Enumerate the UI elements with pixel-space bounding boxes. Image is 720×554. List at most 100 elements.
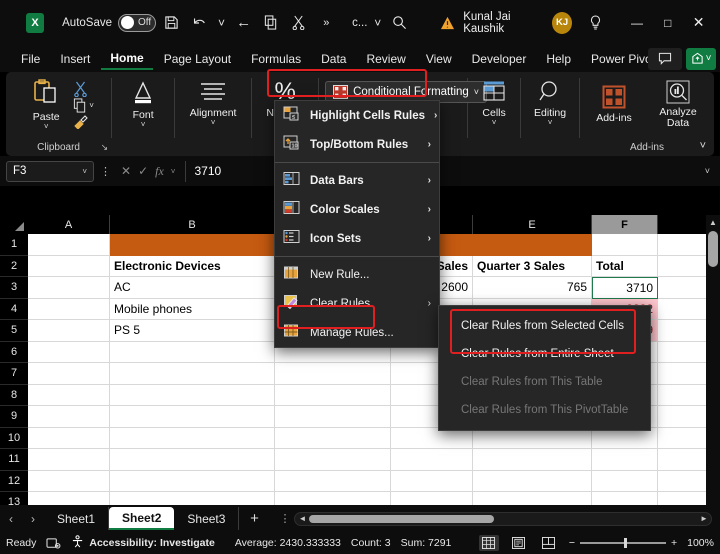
font-caret-icon[interactable]: ˅: [141, 121, 146, 128]
tab-formulas[interactable]: Formulas: [242, 49, 310, 69]
undo-dropdown-caret-icon[interactable]: ˅: [215, 10, 228, 36]
submenu-item-clear-entire-sheet[interactable]: Clear Rules from Entire Sheet: [439, 340, 650, 368]
sheet-next-icon[interactable]: ›: [22, 512, 44, 526]
sheet-more-options-icon[interactable]: ⋮: [279, 512, 290, 525]
addins-button[interactable]: Add-ins: [588, 76, 640, 129]
back-arrow-icon[interactable]: ←: [232, 10, 256, 36]
cell-d12[interactable]: [391, 471, 473, 493]
scroll-up-arrow-icon[interactable]: ▲: [706, 215, 720, 229]
cell-a12[interactable]: [28, 471, 110, 493]
row-header-5[interactable]: 5: [0, 320, 28, 342]
formula-input[interactable]: 3710: [185, 161, 698, 182]
zoom-slider[interactable]: − +: [569, 537, 677, 549]
horizontal-scrollbar[interactable]: ◄ ►: [294, 512, 712, 526]
tab-page-layout[interactable]: Page Layout: [155, 49, 240, 69]
menu-item-top-bottom-rules[interactable]: 10 Top/Bottom Rules ›: [275, 130, 439, 159]
cell-a11[interactable]: [28, 449, 110, 471]
cell-b4[interactable]: Mobile phones: [110, 299, 275, 321]
cell-a6[interactable]: [28, 342, 110, 364]
cell-d11[interactable]: [391, 449, 473, 471]
copy-caret-icon[interactable]: ˅: [89, 101, 94, 110]
column-header-b[interactable]: B: [110, 215, 275, 234]
customize-quick-access-label[interactable]: c...: [352, 10, 367, 36]
cells-caret-icon[interactable]: ˅: [492, 119, 497, 126]
menu-item-new-rule[interactable]: New Rule...: [275, 260, 439, 289]
cell-f3[interactable]: 3710: [592, 277, 658, 299]
row-header-12[interactable]: 12: [0, 471, 28, 493]
ribbon-group-editing[interactable]: Editing ˅: [521, 72, 579, 156]
cell-e3[interactable]: 765: [473, 277, 592, 299]
cell-a5[interactable]: [28, 320, 110, 342]
cell-c8[interactable]: [275, 385, 391, 407]
save-icon[interactable]: [160, 10, 184, 36]
undo-icon[interactable]: [188, 10, 212, 36]
menu-item-icon-sets[interactable]: Icon Sets ›: [275, 224, 439, 253]
tab-data[interactable]: Data: [312, 49, 355, 69]
accessibility-status[interactable]: Accessibility: Investigate: [71, 535, 214, 551]
row-header-2[interactable]: 2: [0, 256, 28, 278]
ribbon-group-font[interactable]: Font ˅: [112, 72, 174, 156]
menu-item-clear-rules[interactable]: Clear Rules ›: [275, 289, 439, 318]
alignment-caret-icon[interactable]: ˅: [211, 119, 216, 126]
cancel-x-icon[interactable]: ✕: [121, 164, 131, 178]
vertical-scroll-thumb[interactable]: [708, 231, 718, 267]
hscroll-left-arrow-icon[interactable]: ◄: [295, 514, 309, 523]
cell-f2[interactable]: Total: [592, 256, 658, 278]
column-header-e[interactable]: E: [473, 215, 592, 234]
cell-b2[interactable]: Electronic Devices: [110, 256, 275, 278]
column-header-f[interactable]: F: [592, 215, 658, 234]
sheet-tab-sheet2[interactable]: Sheet2: [109, 507, 174, 530]
cell-e12[interactable]: [473, 471, 592, 493]
cell-c10[interactable]: [275, 428, 391, 450]
insert-function-icon[interactable]: fx: [155, 164, 164, 179]
cell-a10[interactable]: [28, 428, 110, 450]
select-all-corner[interactable]: [0, 215, 28, 234]
function-caret-icon[interactable]: ˅: [171, 167, 176, 176]
format-painter-button[interactable]: [73, 114, 94, 129]
row-header-1[interactable]: 1: [0, 234, 28, 256]
cut-button[interactable]: [73, 81, 94, 97]
cell-b8[interactable]: [110, 385, 275, 407]
hscroll-right-arrow-icon[interactable]: ►: [697, 514, 711, 523]
analyze-data-button[interactable]: Analyze Data: [650, 76, 706, 129]
cell-c7[interactable]: [275, 363, 391, 385]
row-header-8[interactable]: 8: [0, 385, 28, 407]
copy-icon[interactable]: [259, 10, 283, 36]
menu-item-data-bars[interactable]: Data Bars ›: [275, 166, 439, 195]
autosave-control[interactable]: AutoSave Off: [62, 14, 156, 32]
vertical-scrollbar[interactable]: ▲: [706, 215, 720, 505]
cell-f1[interactable]: [592, 234, 658, 256]
cell-b9[interactable]: [110, 406, 275, 428]
row-header-7[interactable]: 7: [0, 363, 28, 385]
cell-b12[interactable]: [110, 471, 275, 493]
cell-e11[interactable]: [473, 449, 592, 471]
cell-b10[interactable]: [110, 428, 275, 450]
zoom-out-button[interactable]: −: [569, 537, 575, 549]
cell-b3[interactable]: AC: [110, 277, 275, 299]
ribbon-collapse-caret-icon[interactable]: ˅: [700, 140, 706, 152]
cell-b1[interactable]: [110, 234, 275, 256]
cut-scissors-icon[interactable]: [287, 10, 311, 36]
avatar[interactable]: KJ: [552, 12, 572, 34]
share-button[interactable]: ˅: [686, 48, 716, 70]
cell-b6[interactable]: [110, 342, 275, 364]
cell-c12[interactable]: [275, 471, 391, 493]
horizontal-scroll-thumb[interactable]: [309, 515, 494, 523]
cell-c11[interactable]: [275, 449, 391, 471]
status-sum[interactable]: Sum: 7291: [401, 537, 452, 549]
status-count[interactable]: Count: 3: [351, 537, 391, 549]
cell-c9[interactable]: [275, 406, 391, 428]
zoom-level-label[interactable]: 100%: [687, 537, 714, 549]
cell-a4[interactable]: [28, 299, 110, 321]
row-header-6[interactable]: 6: [0, 342, 28, 364]
enter-check-icon[interactable]: ✓: [138, 164, 148, 178]
formula-bar-options-icon[interactable]: ⋮: [100, 165, 111, 178]
row-header-11[interactable]: 11: [0, 449, 28, 471]
tab-file[interactable]: File: [12, 49, 49, 69]
row-header-3[interactable]: 3: [0, 277, 28, 299]
lightbulb-icon[interactable]: [584, 10, 608, 36]
tab-developer[interactable]: Developer: [463, 49, 536, 69]
cell-a1[interactable]: [28, 234, 110, 256]
menu-item-highlight-cells-rules[interactable]: ≤ Highlight Cells Rules ›: [275, 101, 439, 130]
maximize-button[interactable]: □: [652, 7, 683, 39]
